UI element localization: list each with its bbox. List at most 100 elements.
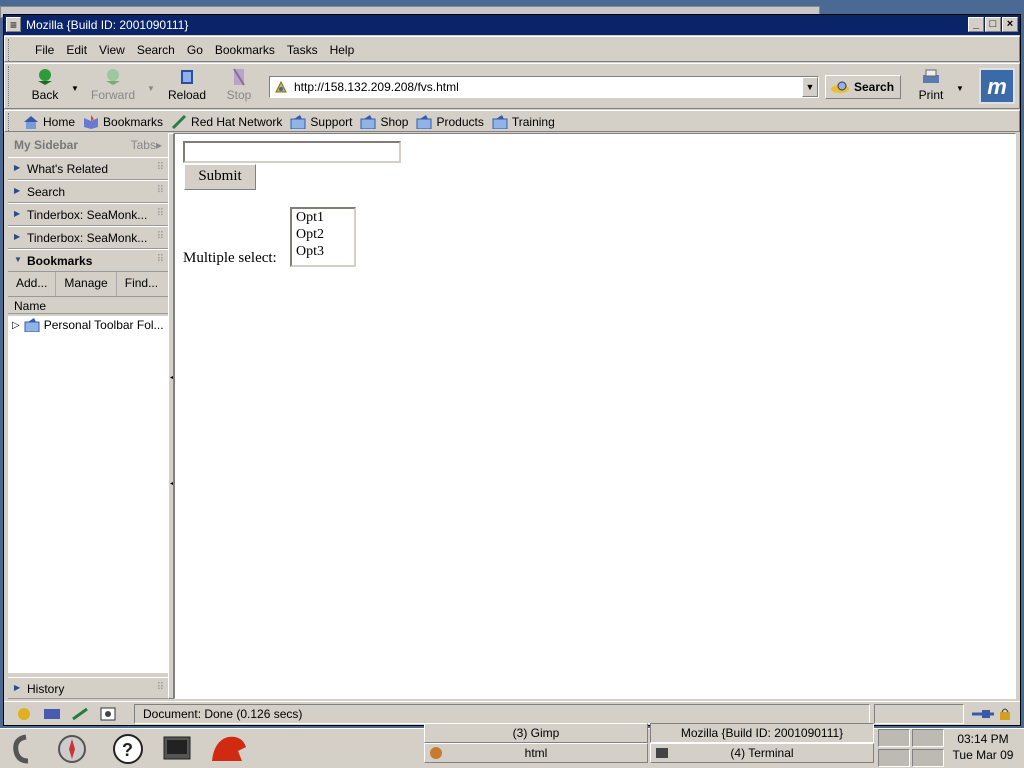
search-label: Search: [854, 80, 895, 94]
workspace-pager-3[interactable]: [878, 749, 910, 767]
forward-dropdown-icon[interactable]: ▼: [147, 84, 155, 93]
menu-search[interactable]: Search: [131, 43, 181, 57]
grip-icon: ⠿: [156, 231, 164, 242]
reload-label: Reload: [167, 88, 207, 102]
submit-button[interactable]: Submit: [184, 164, 256, 190]
compass-icon[interactable]: [54, 731, 90, 767]
panel-clock[interactable]: 03:14 PM Tue Mar 09: [946, 729, 1020, 768]
bookmarks-tree: ▷ Personal Toolbar Fol...: [8, 316, 168, 673]
chevron-right-icon: ▶: [14, 232, 21, 241]
help-icon[interactable]: ?: [110, 731, 146, 767]
mail-icon[interactable]: [42, 706, 62, 722]
menu-tasks[interactable]: Tasks: [281, 43, 324, 57]
training-folder[interactable]: Training: [492, 115, 555, 129]
sidebar-panel-tinderbox-1[interactable]: ▶ Tinderbox: SeaMonk... ⠿: [8, 203, 168, 226]
search-button[interactable]: Search: [825, 75, 901, 99]
bookmarks-toolbar: Add... Manage Find...: [8, 272, 168, 296]
sidebar-panel-history[interactable]: ▶ History ⠿: [8, 677, 168, 699]
folder-icon: [416, 115, 432, 129]
menubar-grip[interactable]: [8, 39, 16, 61]
personal-toolbar-grip[interactable]: [8, 113, 16, 131]
stop-button[interactable]: Stop: [211, 68, 267, 102]
print-button[interactable]: Print: [911, 68, 951, 102]
sidebar-panel-tinderbox-2[interactable]: ▶ Tinderbox: SeaMonk... ⠿: [8, 226, 168, 249]
home-button[interactable]: Home: [23, 115, 75, 129]
mozilla-logo-icon[interactable]: m: [979, 68, 1015, 104]
red-hat-network-link[interactable]: Red Hat Network: [171, 115, 282, 129]
option-opt3[interactable]: Opt3: [292, 243, 354, 260]
print-dropdown-icon[interactable]: ▼: [956, 84, 964, 93]
shop-folder[interactable]: Shop: [360, 115, 408, 129]
mozilla-launcher-icon[interactable]: [208, 731, 246, 767]
menu-bookmarks[interactable]: Bookmarks: [209, 43, 281, 57]
back-button[interactable]: Back: [17, 68, 73, 102]
splitter-grip-icon[interactable]: ◂: [170, 480, 173, 487]
sidebar-header: My Sidebar Tabs▸: [8, 133, 168, 157]
menu-edit[interactable]: Edit: [60, 43, 93, 57]
option-opt2[interactable]: Opt2: [292, 226, 354, 243]
menu-go[interactable]: Go: [181, 43, 209, 57]
chevron-right-icon: ▶: [14, 683, 21, 692]
splitter-grip-icon[interactable]: ◂: [170, 374, 173, 381]
navigator-icon[interactable]: [14, 706, 34, 722]
reload-button[interactable]: Reload: [159, 68, 215, 102]
address-book-icon[interactable]: [98, 706, 118, 722]
forward-arrow-icon: [106, 69, 120, 85]
forward-button[interactable]: Forward: [85, 68, 141, 102]
training-label: Training: [511, 115, 555, 129]
terminal-icon[interactable]: [160, 731, 196, 767]
minimize-button[interactable]: _: [968, 17, 984, 32]
close-button[interactable]: ×: [1002, 17, 1018, 32]
window-menu-icon[interactable]: ≡: [6, 17, 21, 32]
url-dropdown-icon[interactable]: ▼: [802, 77, 818, 97]
manage-bookmarks-button[interactable]: Manage: [56, 272, 117, 296]
support-label: Support: [310, 115, 353, 129]
multiple-select-list[interactable]: Opt1 Opt2 Opt3: [290, 207, 356, 267]
option-opt1[interactable]: Opt1: [292, 209, 354, 226]
title-bar[interactable]: ≡ Mozilla {Build ID: 2001090111} _ □ ×: [4, 15, 1020, 35]
sidebar-panel-label: Search: [27, 185, 66, 199]
maximize-button[interactable]: □: [985, 17, 1001, 32]
grip-icon: ⠿: [156, 208, 164, 219]
url-text[interactable]: http://158.132.209.208/fvs.html: [294, 80, 459, 94]
task-html[interactable]: html: [424, 743, 648, 763]
browser-window: ≡ Mozilla {Build ID: 2001090111} _ □ × F…: [3, 14, 1021, 726]
navbar-grip[interactable]: [8, 66, 16, 106]
composer-icon[interactable]: [70, 706, 90, 722]
gnome-foot-icon[interactable]: [6, 731, 42, 767]
online-security-icon[interactable]: [970, 706, 1012, 722]
sidebar-tabs-button[interactable]: Tabs▸: [131, 138, 162, 152]
menu-view[interactable]: View: [93, 43, 131, 57]
back-dropdown-icon[interactable]: ▼: [71, 84, 79, 93]
menu-file[interactable]: File: [29, 43, 60, 57]
svg-text:?: ?: [122, 740, 133, 760]
clock-time: 03:14 PM: [957, 732, 1009, 746]
bookmarks-column-header[interactable]: Name: [8, 296, 168, 314]
search-icon: [831, 81, 849, 93]
workspace-pager-4[interactable]: [912, 749, 944, 767]
url-bar[interactable]: http://158.132.209.208/fvs.html ▼: [269, 76, 819, 98]
task-label: (4) Terminal: [730, 746, 794, 760]
bookmarks-label: Bookmarks: [103, 115, 164, 129]
task-label: Mozilla {Build ID: 2001090111}: [680, 726, 844, 740]
bookmark-folder-item[interactable]: ▷ Personal Toolbar Fol...: [12, 318, 168, 332]
products-folder[interactable]: Products: [416, 115, 484, 129]
twisty-icon[interactable]: ▷: [12, 320, 20, 331]
sidebar-panel-whats-related[interactable]: ▶ What's Related ⠿: [8, 157, 168, 180]
bookmarks-icon: [84, 115, 99, 129]
task-terminal[interactable]: (4) Terminal: [650, 743, 874, 763]
sidebar-panel-bookmarks[interactable]: ▼ Bookmarks ⠿: [8, 249, 168, 272]
chevron-right-icon: ▶: [14, 163, 21, 172]
workspace-pager-1[interactable]: [878, 729, 910, 747]
task-mozilla[interactable]: Mozilla {Build ID: 2001090111}: [650, 723, 874, 743]
sidebar-panel-search[interactable]: ▶ Search ⠿: [8, 180, 168, 203]
menu-help[interactable]: Help: [324, 43, 361, 57]
workspace-pager-2[interactable]: [912, 729, 944, 747]
bookmarks-button[interactable]: Bookmarks: [83, 115, 163, 129]
find-bookmark-button[interactable]: Find...: [117, 272, 166, 296]
task-gimp[interactable]: (3) Gimp: [424, 723, 648, 743]
pen-icon: [171, 115, 187, 129]
add-bookmark-button[interactable]: Add...: [8, 272, 57, 296]
support-folder[interactable]: Support: [290, 115, 352, 129]
text-input[interactable]: [183, 141, 401, 163]
